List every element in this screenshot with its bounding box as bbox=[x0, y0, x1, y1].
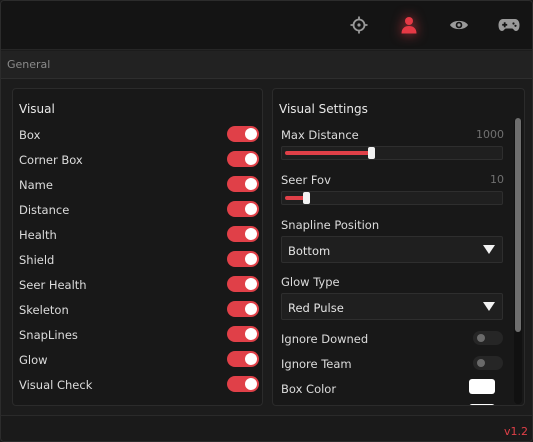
toggle-knob bbox=[477, 334, 485, 342]
shield-toggle[interactable] bbox=[227, 251, 259, 267]
toggle-knob bbox=[245, 178, 257, 190]
toggle-knob bbox=[245, 128, 257, 140]
toggle-knob bbox=[245, 153, 257, 165]
toggle-label: Corner Box bbox=[19, 153, 83, 167]
toggle-knob bbox=[245, 328, 257, 340]
toggle-label: Skeleton bbox=[19, 303, 69, 317]
next-color-swatch[interactable] bbox=[469, 404, 495, 405]
toggle-knob bbox=[245, 378, 257, 390]
name-toggle[interactable] bbox=[227, 176, 259, 192]
snaplines-toggle[interactable] bbox=[227, 326, 259, 342]
corner-box-toggle[interactable] bbox=[227, 151, 259, 167]
toggle-label: Health bbox=[19, 228, 57, 242]
version-label: v1.2 bbox=[503, 425, 528, 438]
skeleton-toggle[interactable] bbox=[227, 301, 259, 317]
visual-check-toggle[interactable] bbox=[227, 376, 259, 392]
toggle-row-visual-check: Visual Check bbox=[19, 374, 259, 394]
box-color-label: Box Color bbox=[281, 382, 337, 396]
tab-aimbot[interactable] bbox=[346, 13, 372, 37]
ignore-downed-label: Ignore Downed bbox=[281, 332, 369, 346]
scrollbar-thumb[interactable] bbox=[515, 118, 521, 332]
toggle-label: SnapLines bbox=[19, 328, 78, 342]
user-icon bbox=[401, 17, 417, 34]
max-distance-value: 1000 bbox=[476, 128, 504, 141]
footer-bar: v1.2 bbox=[1, 415, 532, 441]
gamepad-icon bbox=[498, 19, 520, 31]
box-toggle[interactable] bbox=[227, 126, 259, 142]
toggle-row-health: Health bbox=[19, 224, 259, 244]
settings-scrollbar[interactable] bbox=[514, 118, 522, 404]
toggle-label: Name bbox=[19, 178, 53, 192]
toggle-label: Distance bbox=[19, 203, 70, 217]
section-title: General bbox=[7, 58, 51, 71]
ignore-team-toggle[interactable] bbox=[473, 356, 503, 370]
seer-fov-slider[interactable] bbox=[281, 191, 503, 205]
section-header: General bbox=[1, 51, 532, 79]
toggle-row-seer-health: Seer Health bbox=[19, 274, 259, 294]
snapline-position-label: Snapline Position bbox=[281, 218, 380, 232]
toggle-label: Glow bbox=[19, 353, 48, 367]
toggle-label: Visual Check bbox=[19, 378, 93, 392]
seer-fov-value: 10 bbox=[490, 173, 504, 186]
toggle-row-distance: Distance bbox=[19, 199, 259, 219]
app-window: General Visual Box Corner Box Name Dista… bbox=[0, 0, 533, 442]
toggle-row-shield: Shield bbox=[19, 249, 259, 269]
toggle-knob bbox=[245, 353, 257, 365]
toggle-knob bbox=[245, 303, 257, 315]
tab-visuals[interactable] bbox=[396, 13, 422, 37]
max-distance-slider[interactable] bbox=[281, 146, 503, 160]
visual-panel: Visual Box Corner Box Name Distance Heal… bbox=[12, 88, 263, 406]
toggle-row-glow: Glow bbox=[19, 349, 259, 369]
dropdown-arrow-icon bbox=[483, 302, 495, 311]
glow-type-label: Glow Type bbox=[281, 275, 340, 289]
visual-settings-panel-title: Visual Settings bbox=[279, 102, 368, 116]
toggle-row-skeleton: Skeleton bbox=[19, 299, 259, 319]
toggle-knob bbox=[245, 203, 257, 215]
glow-toggle[interactable] bbox=[227, 351, 259, 367]
toggle-row-box: Box bbox=[19, 124, 259, 144]
toggle-knob bbox=[245, 228, 257, 240]
toggle-label: Seer Health bbox=[19, 278, 87, 292]
toggle-knob bbox=[245, 253, 257, 265]
visual-panel-title: Visual bbox=[19, 102, 55, 116]
snapline-position-dropdown[interactable]: Bottom bbox=[281, 236, 503, 263]
slider-thumb[interactable] bbox=[303, 192, 310, 204]
dropdown-arrow-icon bbox=[483, 245, 495, 254]
dropdown-value: Red Pulse bbox=[288, 301, 344, 315]
slider-thumb[interactable] bbox=[368, 147, 375, 159]
seer-health-toggle[interactable] bbox=[227, 276, 259, 292]
toggle-knob bbox=[245, 278, 257, 290]
toggle-row-name: Name bbox=[19, 174, 259, 194]
toggle-row-snaplines: SnapLines bbox=[19, 324, 259, 344]
slider-fill bbox=[285, 151, 371, 155]
tab-misc[interactable] bbox=[446, 13, 472, 37]
glow-type-dropdown[interactable]: Red Pulse bbox=[281, 293, 503, 320]
ignore-downed-toggle[interactable] bbox=[473, 331, 503, 345]
box-color-swatch[interactable] bbox=[469, 379, 495, 394]
ignore-team-label: Ignore Team bbox=[281, 357, 352, 371]
toggle-label: Shield bbox=[19, 253, 55, 267]
distance-toggle[interactable] bbox=[227, 201, 259, 217]
seer-fov-label: Seer Fov bbox=[281, 173, 331, 187]
toggle-row-corner-box: Corner Box bbox=[19, 149, 259, 169]
top-nav-bar bbox=[1, 1, 532, 50]
toggle-knob bbox=[477, 359, 485, 367]
toggle-label: Box bbox=[19, 128, 41, 142]
dropdown-value: Bottom bbox=[288, 244, 331, 258]
eye-icon bbox=[450, 20, 468, 30]
max-distance-label: Max Distance bbox=[281, 128, 359, 142]
crosshair-icon bbox=[350, 16, 368, 34]
tab-config[interactable] bbox=[496, 13, 522, 37]
health-toggle[interactable] bbox=[227, 226, 259, 242]
visual-settings-panel: Visual Settings Max Distance 1000 Seer F… bbox=[272, 88, 525, 406]
